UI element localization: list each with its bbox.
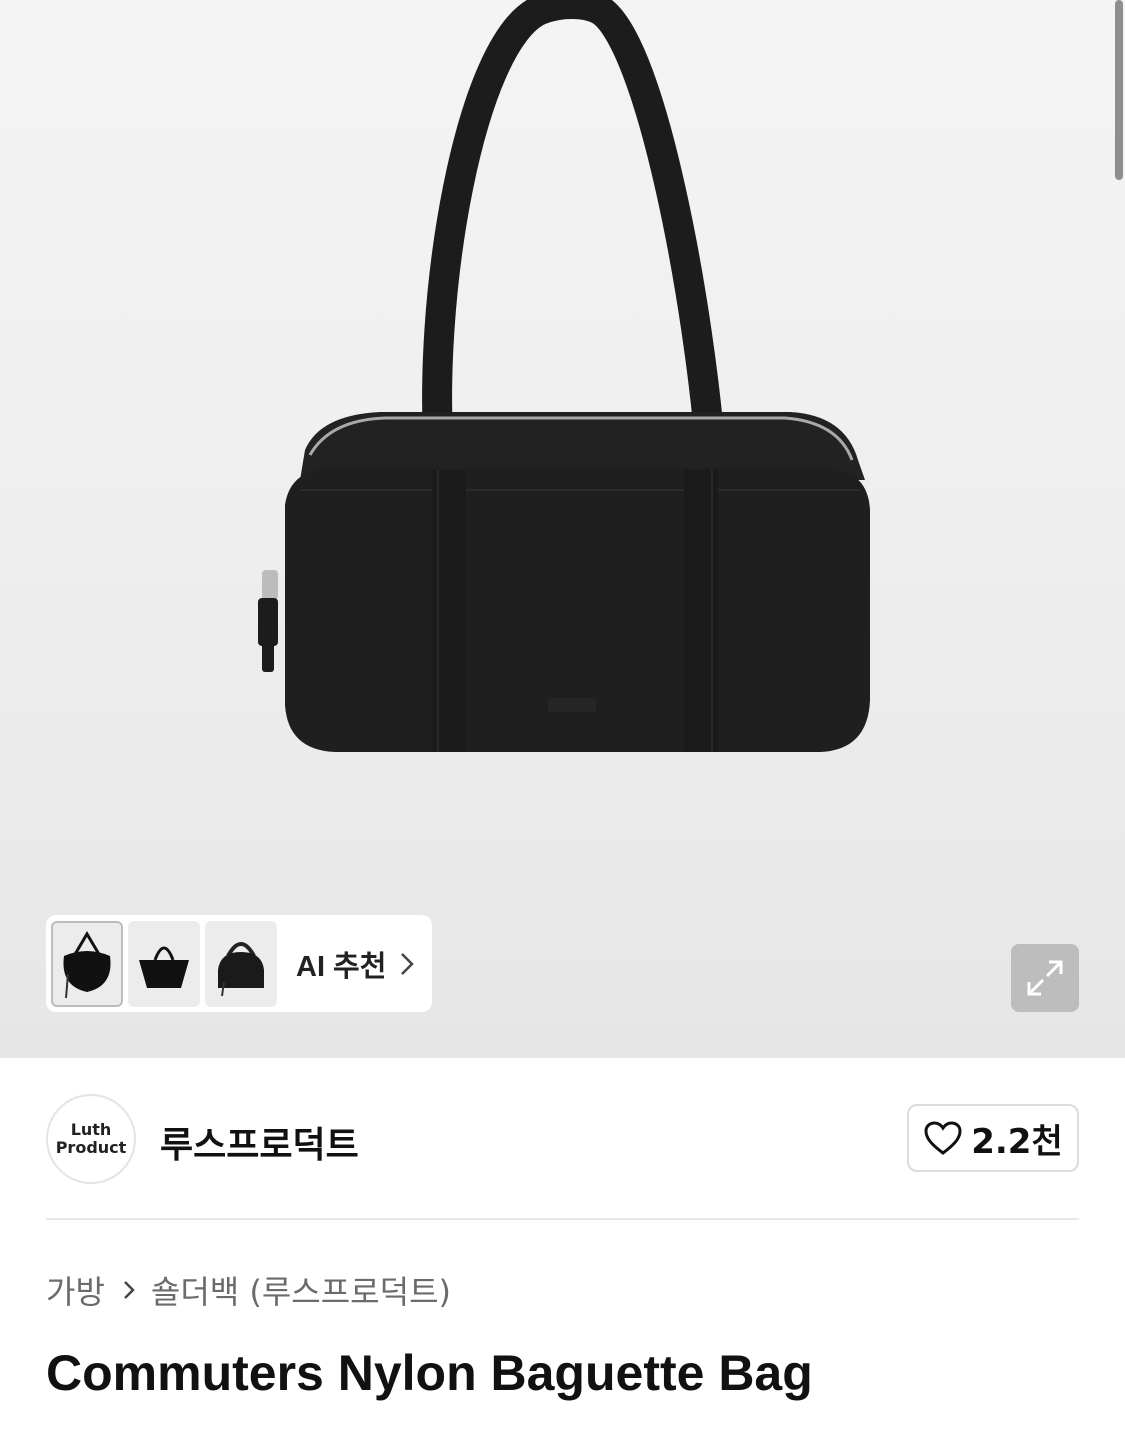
divider xyxy=(46,1218,1079,1220)
breadcrumb: 가방 숄더백 (루스프로덕트) xyxy=(46,1268,451,1312)
ai-recommend-label[interactable]: AI 추천 xyxy=(296,943,386,985)
heart-icon xyxy=(924,1121,962,1155)
tote-bag-icon xyxy=(139,946,189,988)
brand-row: Luth Product 루스프로덕트 2.2천 xyxy=(46,1094,1079,1184)
expand-icon xyxy=(1027,960,1063,996)
breadcrumb-category[interactable]: 가방 xyxy=(46,1267,105,1313)
hobo-bag-icon xyxy=(63,930,111,998)
bowling-bag-icon xyxy=(218,941,264,996)
chevron-right-icon xyxy=(123,1279,135,1301)
brand-logo-text: Luth Product xyxy=(55,1120,127,1157)
thumbnail-tote-bag[interactable] xyxy=(128,920,200,1007)
breadcrumb-subcategory[interactable]: 숄더백 (루스프로덕트) xyxy=(151,1267,451,1313)
product-image-gallery[interactable]: AI 추천 xyxy=(0,0,1125,1058)
brand-logo[interactable]: Luth Product xyxy=(46,1094,136,1184)
scrollbar[interactable] xyxy=(1115,0,1123,180)
thumbnail-hobo-bag[interactable] xyxy=(51,920,123,1007)
brand-name[interactable]: 루스프로덕트 xyxy=(160,1116,359,1168)
product-photo[interactable] xyxy=(0,0,1125,1058)
like-count: 2.2천 xyxy=(971,1121,1063,1162)
chevron-right-icon[interactable] xyxy=(400,952,415,976)
fullscreen-button[interactable] xyxy=(1011,944,1079,1012)
ai-recommend-panel[interactable]: AI 추천 xyxy=(46,915,432,1012)
like-button[interactable]: 2.2천 xyxy=(907,1104,1079,1172)
thumbnail-bowling-bag[interactable] xyxy=(205,920,277,1007)
product-title: Commuters Nylon Baguette Bag xyxy=(46,1345,813,1401)
